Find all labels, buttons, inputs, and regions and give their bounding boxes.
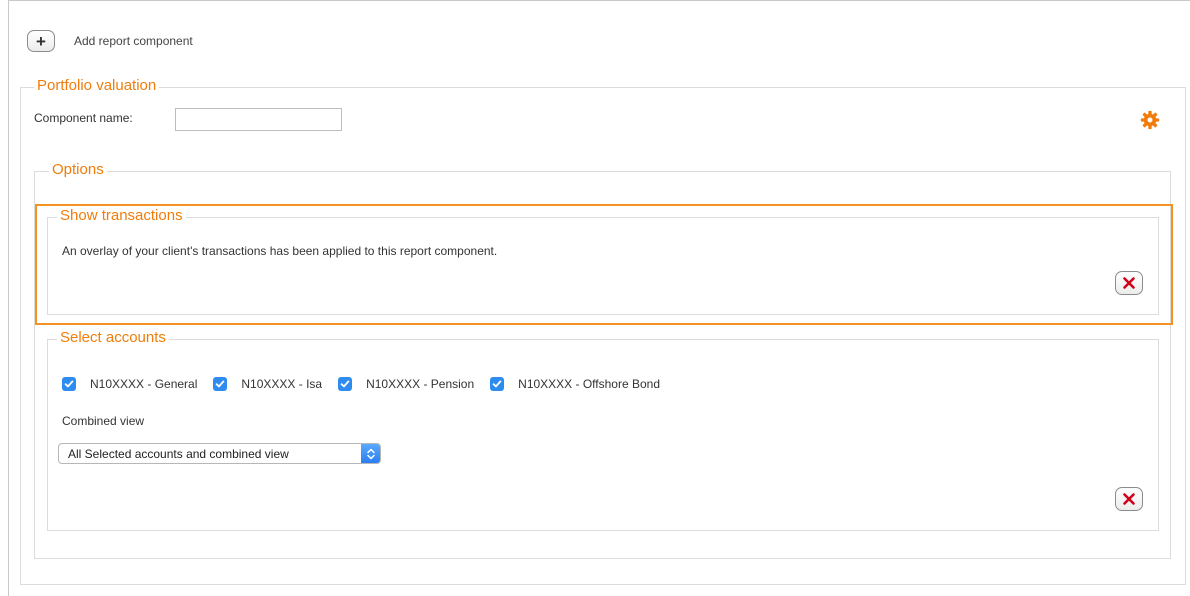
account-checkbox-offshore-bond[interactable]: N10XXXX - Offshore Bond (490, 377, 660, 391)
account-checkbox-isa[interactable]: N10XXXX - Isa (213, 377, 322, 391)
select-accounts-section: Select accounts (47, 328, 1159, 531)
account-label: N10XXXX - Offshore Bond (518, 377, 661, 391)
remove-transactions-button[interactable] (1115, 271, 1143, 295)
show-transactions-legend: Show transactions (57, 206, 186, 226)
account-label: N10XXXX - Pension (366, 377, 475, 391)
component-name-label: Component name: (34, 111, 133, 125)
show-transactions-section: Show transactions (47, 206, 1159, 315)
checkbox-checked-icon[interactable] (62, 377, 76, 391)
combined-view-selected-value: All Selected accounts and combined view (68, 446, 289, 461)
account-checkbox-pension[interactable]: N10XXXX - Pension (338, 377, 474, 391)
transactions-message: An overlay of your client's transactions… (62, 244, 498, 258)
add-component-label: Add report component (74, 34, 193, 48)
options-legend: Options (49, 160, 107, 180)
close-icon (1123, 277, 1135, 289)
checkbox-checked-icon[interactable] (338, 377, 353, 391)
component-name-input[interactable] (175, 108, 342, 131)
remove-accounts-button[interactable] (1115, 487, 1143, 511)
combined-view-select[interactable]: All Selected accounts and combined view (58, 443, 381, 464)
account-label: N10XXXX - Isa (241, 377, 323, 391)
checkbox-checked-icon[interactable] (213, 377, 228, 391)
portfolio-valuation-legend: Portfolio valuation (34, 76, 160, 96)
checkbox-checked-icon[interactable] (490, 377, 505, 391)
select-accounts-legend: Select accounts (57, 328, 169, 348)
add-component-row: + Add report component (27, 30, 193, 52)
add-component-button[interactable]: + (27, 30, 55, 52)
close-icon (1123, 493, 1135, 505)
accounts-list: N10XXXX - General N10XXXX - Isa N10XXXX … (62, 377, 676, 391)
account-label: N10XXXX - General (90, 377, 198, 391)
gear-icon[interactable] (1140, 110, 1160, 130)
combined-view-label: Combined view (62, 414, 145, 428)
account-checkbox-general[interactable]: N10XXXX - General (62, 377, 197, 391)
select-arrows-icon (361, 444, 380, 463)
